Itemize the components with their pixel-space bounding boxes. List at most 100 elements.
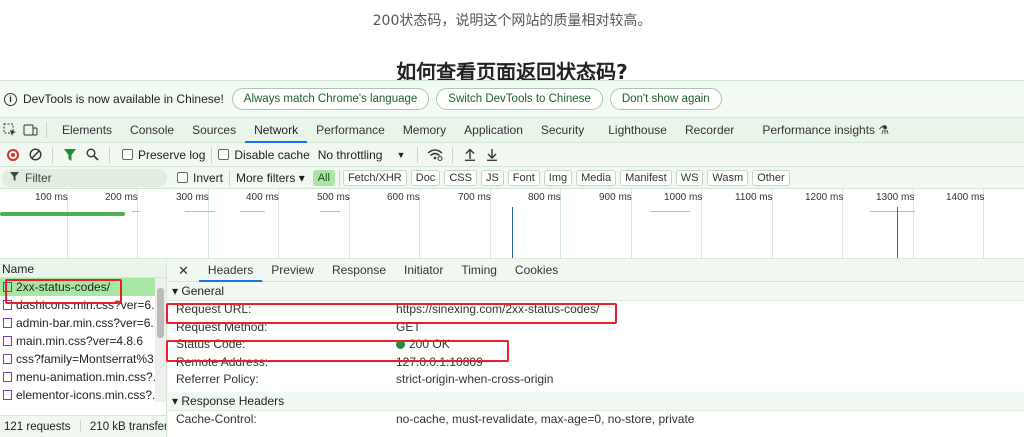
invert-checkbox[interactable]: Invert [177, 171, 223, 185]
chevron-down-icon[interactable]: ▼ [396, 150, 405, 160]
tab-performance-insights[interactable]: Performance insights ⚗ [753, 118, 898, 143]
timeline-tick [240, 211, 265, 212]
network-conditions-icon[interactable] [424, 144, 446, 166]
type-chip-ws[interactable]: WS [675, 169, 704, 186]
type-chip-fetch-xhr[interactable]: Fetch/XHR [342, 169, 407, 186]
timeline-label: 1100 ms [735, 192, 773, 203]
request-row[interactable]: 2xx-status-codes/ [0, 278, 155, 296]
tab-initiator[interactable]: Initiator [395, 260, 452, 282]
status-text: 200 OK [409, 337, 450, 351]
general-section-header[interactable]: ▾ General [168, 282, 1024, 301]
timeline-tick [870, 211, 915, 212]
type-chip-wasm[interactable]: Wasm [707, 169, 749, 186]
type-chip-img[interactable]: Img [543, 169, 573, 186]
preserve-log-checkbox[interactable]: Preserve log [122, 148, 205, 162]
request-name: menu-animation.min.css?... [16, 370, 155, 384]
request-row[interactable]: css?family=Montserrat%3... [0, 350, 155, 368]
search-icon[interactable] [81, 144, 103, 166]
scrollbar-thumb[interactable] [157, 288, 164, 338]
checkbox-box[interactable] [177, 172, 188, 183]
timeline-tick [650, 211, 690, 212]
header-value: https://sinexing.com/2xx-status-codes/ [396, 302, 600, 316]
disable-cache-checkbox[interactable]: Disable cache [218, 148, 310, 162]
details-tabbar: ✕ Headers Preview Response Initiator Tim… [168, 260, 1024, 282]
record-icon[interactable] [2, 144, 24, 166]
tab-recorder[interactable]: Recorder [676, 118, 743, 143]
dont-show-again-button[interactable]: Don't show again [609, 88, 722, 110]
name-column-header[interactable]: Name [0, 260, 166, 278]
tab-elements[interactable]: Elements [53, 118, 121, 143]
tab-cookies[interactable]: Cookies [506, 260, 567, 282]
request-list-scrollbar[interactable] [155, 278, 166, 402]
type-chip-other[interactable]: Other [752, 169, 790, 186]
tab-application[interactable]: Application [455, 118, 532, 143]
load-event-marker [897, 207, 898, 258]
header-value: GET [396, 319, 421, 334]
more-filters-dropdown[interactable]: More filters ▾ [236, 171, 305, 185]
timeline-label: 500 ms [317, 192, 350, 203]
type-chip-all[interactable]: All [312, 169, 335, 186]
export-har-icon[interactable] [481, 144, 503, 166]
tab-response[interactable]: Response [323, 260, 395, 282]
timeline-request-bar [0, 212, 125, 216]
request-row[interactable]: menu-animation.min.css?... [0, 368, 155, 386]
tab-timing[interactable]: Timing [452, 260, 506, 282]
type-chip-media[interactable]: Media [576, 169, 617, 186]
request-row[interactable]: elementor-icons.min.css?... [0, 386, 155, 404]
stylesheet-icon [3, 300, 12, 310]
request-row[interactable]: admin-bar.min.css?ver=6.... [0, 314, 155, 332]
timeline-label: 100 ms [35, 192, 68, 203]
stylesheet-icon [3, 318, 12, 328]
inspect-element-icon[interactable] [0, 118, 20, 143]
clear-icon[interactable] [24, 144, 46, 166]
checkbox-box[interactable] [218, 149, 230, 160]
footer-divider [79, 420, 81, 432]
tab-headers[interactable]: Headers [198, 260, 263, 282]
match-language-button[interactable]: Always match Chrome's language [231, 88, 430, 110]
device-toggle-icon[interactable] [20, 118, 40, 143]
tab-lighthouse[interactable]: Lighthouse [599, 118, 676, 143]
article-text: 200状态码，说明这个网站的质量相对较高。 [372, 13, 652, 29]
header-row-cache-control: Cache-Control: no-cache, must-revalidate,… [168, 411, 1024, 429]
request-name: dashicons.min.css?ver=6.... [16, 298, 155, 312]
response-headers-section-header[interactable]: ▾ Response Headers [168, 391, 1024, 411]
tab-sources[interactable]: Sources [183, 118, 245, 143]
tab-preview[interactable]: Preview [262, 260, 323, 282]
stylesheet-icon [3, 372, 12, 382]
header-key: Cache-Control: [176, 411, 257, 426]
import-har-icon[interactable] [459, 144, 481, 166]
request-row[interactable]: main.min.css?ver=4.8.6 [0, 332, 155, 350]
type-chip-js[interactable]: JS [480, 169, 504, 186]
filter-icon[interactable] [59, 144, 81, 166]
request-details: ✕ Headers Preview Response Initiator Tim… [168, 260, 1024, 437]
tab-console[interactable]: Console [121, 118, 183, 143]
request-name: 2xx-status-codes/ [16, 280, 111, 294]
infobar-message: DevTools is now available in Chinese! [23, 92, 224, 106]
filter-placeholder: Filter [25, 170, 52, 185]
type-chip-font[interactable]: Font [507, 169, 540, 186]
checkbox-box[interactable] [122, 149, 133, 160]
tab-security[interactable]: Security [532, 118, 593, 143]
filter-input[interactable]: Filter [2, 168, 167, 187]
type-chip-doc[interactable]: Doc [410, 169, 441, 186]
type-chip-manifest[interactable]: Manifest [620, 169, 672, 186]
tab-network[interactable]: Network [245, 118, 308, 143]
timeline-label: 700 ms [458, 192, 491, 203]
throttling-select[interactable]: No throttling [318, 148, 383, 162]
tab-memory[interactable]: Memory [394, 118, 455, 143]
switch-to-chinese-button[interactable]: Switch DevTools to Chinese [436, 88, 603, 110]
tabbar-divider [46, 122, 47, 138]
network-timeline[interactable]: 100 ms 200 ms 300 ms 400 ms 500 ms 600 m… [0, 189, 1024, 259]
close-icon[interactable]: ✕ [178, 263, 189, 279]
header-row-referrer-policy: Referrer Policy: strict-origin-when-cross… [168, 371, 1024, 389]
timeline-label: 400 ms [246, 192, 279, 203]
header-key: Request URL: [176, 302, 252, 316]
tab-performance[interactable]: Performance [307, 118, 394, 143]
header-row-request-url: Request URL: https://sinexing.com/2xx-sta… [168, 301, 1024, 319]
request-summary: 121 requests 210 kB transferre [0, 415, 166, 437]
type-chip-css[interactable]: CSS [444, 169, 477, 186]
header-value: 127.0.0.1:10809 [396, 354, 483, 369]
toolbar-divider [109, 146, 110, 163]
toolbar-divider [452, 146, 454, 163]
request-row[interactable]: dashicons.min.css?ver=6.... [0, 296, 155, 314]
